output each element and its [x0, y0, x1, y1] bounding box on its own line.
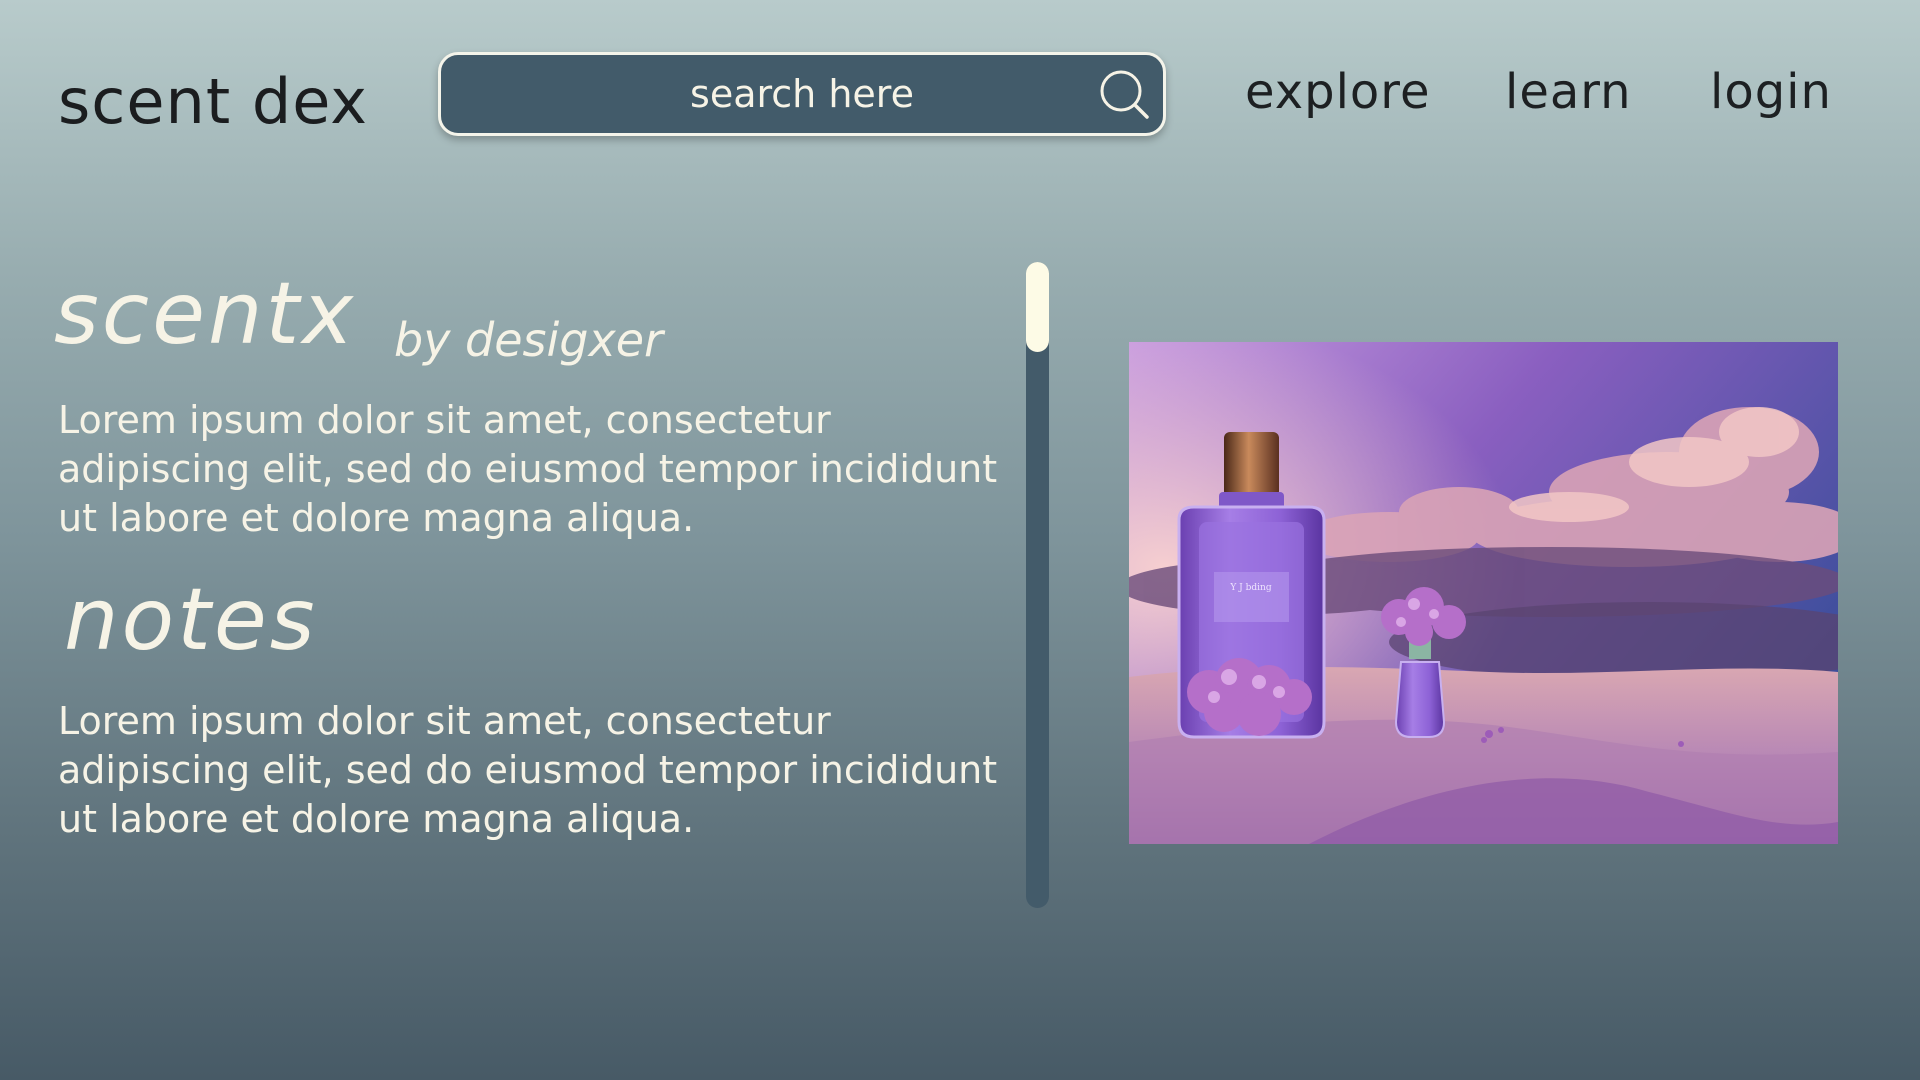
product-description: Lorem ipsum dolor sit amet, consectetur … [58, 398, 998, 540]
search-input[interactable] [441, 55, 1163, 133]
search-icon[interactable] [1097, 67, 1153, 123]
notes-heading: notes [64, 570, 318, 670]
product-brand: by desigxer [394, 313, 663, 367]
scrollbar-thumb[interactable] [1026, 262, 1049, 352]
search-bar[interactable] [438, 52, 1166, 136]
bottle-label: Y J bding [1229, 583, 1271, 593]
product-details: scentx by desigxer Lorem ipsum dolor sit… [54, 264, 998, 841]
notes-description: Lorem ipsum dolor sit amet, consectetur … [58, 699, 998, 841]
product-name: scentx [54, 264, 357, 364]
product-image: Y J bding [1129, 342, 1838, 844]
site-logo[interactable]: scent dex [58, 62, 368, 142]
nav-explore-link[interactable]: explore [1245, 60, 1430, 124]
product-title-row: scentx by desigxer [54, 264, 998, 370]
scrollbar-track[interactable] [1026, 262, 1049, 908]
nav-learn-link[interactable]: learn [1505, 60, 1632, 124]
nav-login-link[interactable]: login [1710, 60, 1832, 124]
